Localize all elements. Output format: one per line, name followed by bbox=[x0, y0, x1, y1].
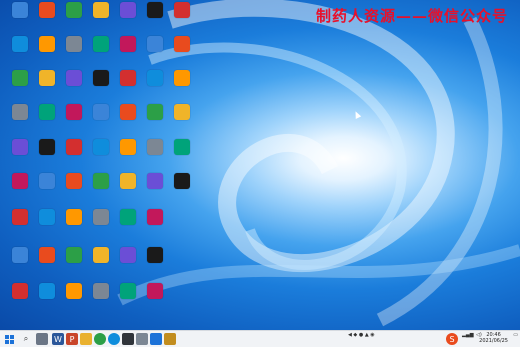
app-glyph-icon bbox=[147, 2, 163, 18]
desktop-app-icon[interactable] bbox=[166, 104, 198, 142]
app-glyph-icon bbox=[147, 247, 163, 263]
start-button[interactable] bbox=[4, 334, 14, 344]
app-glyph-icon bbox=[174, 36, 190, 52]
app-glyph-icon bbox=[93, 209, 109, 225]
app-glyph-icon bbox=[39, 139, 55, 155]
app-glyph-icon bbox=[66, 2, 82, 18]
clock[interactable]: 20:46 2021/06/25 bbox=[479, 332, 508, 344]
app-glyph-icon bbox=[66, 139, 82, 155]
app-glyph-icon bbox=[147, 36, 163, 52]
tray-icons[interactable]: ◀ ◆ ● ▲ ◉ bbox=[348, 332, 375, 338]
app-glyph-icon bbox=[66, 173, 82, 189]
app-glyph-icon bbox=[66, 283, 82, 299]
app-glyph-icon bbox=[120, 283, 136, 299]
network-icon[interactable]: ▂▄▆ bbox=[462, 332, 474, 338]
app-glyph-icon bbox=[66, 209, 82, 225]
watermark-text: 制药人资源——微信公众号 bbox=[315, 7, 508, 25]
app-glyph-icon bbox=[66, 36, 82, 52]
search-icon[interactable]: ⌕ bbox=[20, 333, 32, 345]
mail-icon[interactable] bbox=[150, 333, 162, 345]
powerpoint-app-icon[interactable]: P bbox=[66, 333, 78, 345]
desktop-app-icon[interactable] bbox=[139, 247, 171, 285]
desktop-app-icon[interactable] bbox=[139, 283, 171, 321]
clock-date: 2021/06/25 bbox=[479, 338, 508, 344]
notification-icon[interactable]: ▭ bbox=[513, 332, 518, 338]
app-glyph-icon bbox=[147, 104, 163, 120]
app-glyph-icon bbox=[12, 209, 28, 225]
app-label bbox=[139, 265, 171, 275]
settings-icon[interactable] bbox=[136, 333, 148, 345]
app-glyph-icon bbox=[12, 104, 28, 120]
app-glyph-icon bbox=[120, 247, 136, 263]
app-glyph-icon bbox=[12, 2, 28, 18]
desktop[interactable]: 制药人资源——微信公众号 bbox=[0, 0, 520, 330]
app-glyph-icon bbox=[39, 70, 55, 86]
app-glyph-icon bbox=[93, 70, 109, 86]
chrome-icon[interactable] bbox=[94, 333, 106, 345]
desktop-app-icon[interactable] bbox=[166, 173, 198, 211]
app-label bbox=[166, 191, 198, 201]
app-glyph-icon bbox=[93, 36, 109, 52]
desktop-app-icon[interactable] bbox=[166, 70, 198, 108]
app-glyph-icon bbox=[39, 2, 55, 18]
app-label bbox=[166, 54, 198, 64]
app-glyph-icon bbox=[120, 139, 136, 155]
app-glyph-icon bbox=[39, 173, 55, 189]
app-label bbox=[166, 157, 198, 167]
app-glyph-icon bbox=[120, 173, 136, 189]
app-glyph-icon bbox=[93, 104, 109, 120]
app-glyph-icon bbox=[147, 70, 163, 86]
desktop-app-icon[interactable] bbox=[139, 209, 171, 247]
desktop-app-icon[interactable] bbox=[166, 2, 198, 40]
file-explorer-icon[interactable] bbox=[80, 333, 92, 345]
app-glyph-icon bbox=[174, 173, 190, 189]
terminal-icon[interactable] bbox=[122, 333, 134, 345]
app-label bbox=[139, 301, 171, 311]
ime-sogou-icon[interactable]: S bbox=[446, 333, 458, 345]
app-glyph-icon bbox=[93, 2, 109, 18]
app-glyph-icon bbox=[174, 2, 190, 18]
app-glyph-icon bbox=[12, 36, 28, 52]
desktop-app-icon[interactable] bbox=[166, 139, 198, 177]
app-glyph-icon bbox=[39, 36, 55, 52]
app-glyph-icon bbox=[12, 173, 28, 189]
app-glyph-icon bbox=[147, 209, 163, 225]
app-glyph-icon bbox=[39, 283, 55, 299]
app-glyph-icon bbox=[174, 104, 190, 120]
notes-icon[interactable] bbox=[164, 333, 176, 345]
desktop-app-icon[interactable] bbox=[166, 36, 198, 74]
app-glyph-icon bbox=[93, 283, 109, 299]
app-glyph-icon bbox=[147, 173, 163, 189]
app-glyph-icon bbox=[120, 70, 136, 86]
app-glyph-icon bbox=[39, 247, 55, 263]
app-glyph-icon bbox=[147, 139, 163, 155]
app-glyph-icon bbox=[66, 247, 82, 263]
app-label bbox=[166, 20, 198, 30]
app-glyph-icon bbox=[39, 104, 55, 120]
app-glyph-icon bbox=[120, 36, 136, 52]
task-view-icon[interactable] bbox=[36, 333, 48, 345]
app-glyph-icon bbox=[93, 173, 109, 189]
app-glyph-icon bbox=[120, 104, 136, 120]
app-glyph-icon bbox=[12, 70, 28, 86]
app-glyph-icon bbox=[66, 70, 82, 86]
app-glyph-icon bbox=[120, 2, 136, 18]
taskbar: ⌕ W P ◀ ◆ ● ▲ ◉ S ▂▄▆ ◁) 20:46 2021/06/2… bbox=[0, 330, 520, 347]
app-glyph-icon bbox=[93, 247, 109, 263]
app-glyph-icon bbox=[174, 139, 190, 155]
word-app-icon[interactable]: W bbox=[52, 333, 64, 345]
app-glyph-icon bbox=[39, 209, 55, 225]
app-glyph-icon bbox=[93, 139, 109, 155]
app-glyph-icon bbox=[120, 209, 136, 225]
app-glyph-icon bbox=[12, 247, 28, 263]
app-glyph-icon bbox=[12, 139, 28, 155]
app-label bbox=[166, 122, 198, 132]
edge-icon[interactable] bbox=[108, 333, 120, 345]
app-label bbox=[166, 88, 198, 98]
app-glyph-icon bbox=[12, 283, 28, 299]
app-glyph-icon bbox=[66, 104, 82, 120]
app-glyph-icon bbox=[174, 70, 190, 86]
app-label bbox=[139, 227, 171, 237]
app-glyph-icon bbox=[147, 283, 163, 299]
